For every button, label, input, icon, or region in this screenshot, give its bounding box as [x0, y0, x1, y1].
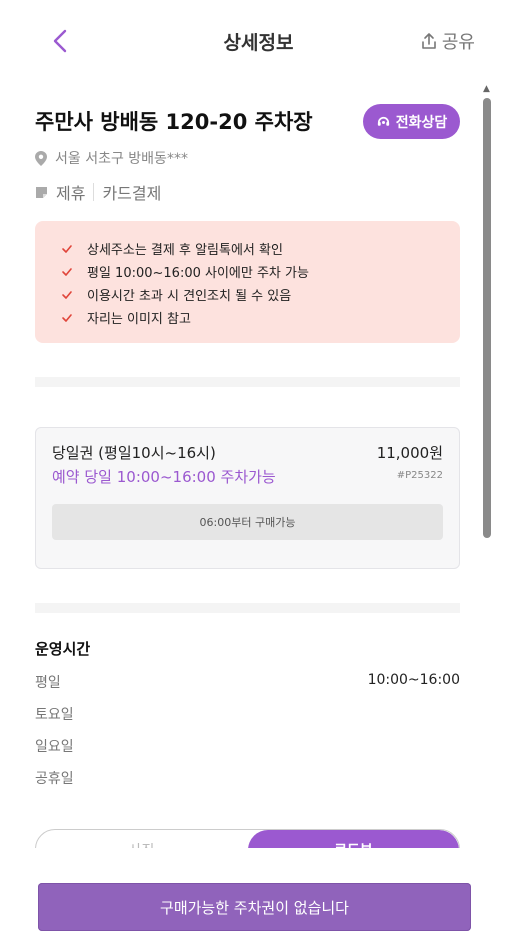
hours-row: 공휴일: [35, 768, 460, 788]
detail-content[interactable]: 주만사 방배동 120-20 주차장 전화상담 서울 서초구 방배동*** 제휴…: [0, 80, 480, 848]
hours-day: 공휴일: [35, 771, 74, 787]
ticket-name: 당일권 (평일10시~16시): [52, 444, 216, 462]
scrollbar-thumb[interactable]: [483, 98, 491, 538]
ticket-code: #P25322: [396, 470, 443, 481]
check-icon: [62, 267, 72, 276]
tag-divider: [93, 183, 95, 201]
call-consult-button[interactable]: 전화상담: [363, 104, 460, 139]
scroll-up-arrow-icon[interactable]: ▲: [483, 84, 490, 94]
tag-card-payment: 카드결제: [102, 184, 162, 203]
ticket-price: 11,000원: [376, 444, 443, 462]
share-button[interactable]: 공유: [420, 28, 475, 54]
tab-photo[interactable]: 사진: [36, 830, 247, 848]
share-label: 공유: [441, 32, 475, 53]
top-bar: 상세정보 공유: [0, 0, 517, 80]
hours-day: 일요일: [35, 739, 74, 755]
hours-row: 평일 10:00~16:00: [35, 672, 460, 692]
notice-item: 평일 10:00~16:00 사이에만 주차 가능: [61, 260, 309, 283]
tag-partner: 제휴: [56, 184, 86, 203]
parking-lot-name: 주만사 방배동 120-20 주차장: [35, 110, 313, 134]
bottom-bar: 구매가능한 주차권이 없습니다: [0, 848, 517, 952]
address-text: 서울 서초구 방배동***: [55, 151, 188, 167]
notice-box: 상세주소는 결제 후 알림톡에서 확인 평일 10:00~16:00 사이에만 …: [35, 221, 460, 343]
notice-item: 이용시간 초과 시 견인조치 될 수 있음: [61, 283, 309, 306]
tag-icon: [36, 186, 47, 198]
tab-roadview[interactable]: 로드뷰: [248, 830, 459, 848]
hours-row: 일요일: [35, 736, 460, 756]
call-consult-label: 전화상담: [395, 114, 448, 131]
check-icon: [62, 313, 72, 322]
hours-day: 토요일: [35, 707, 74, 723]
notice-text: 이용시간 초과 시 견인조치 될 수 있음: [87, 289, 292, 304]
ticket-card[interactable]: 당일권 (평일10시~16시) 11,000원 예약 당일 10:00~16:0…: [35, 427, 460, 569]
location-pin-icon: [35, 150, 47, 166]
section-divider: [35, 377, 460, 387]
photo-roadview-toggle: 사진 로드뷰: [35, 829, 460, 848]
tag-row: 제휴 카드결제: [35, 180, 161, 204]
headset-icon: [377, 116, 389, 126]
ticket-buy-button[interactable]: 06:00부터 구매가능: [52, 504, 443, 540]
hours-row: 토요일: [35, 704, 460, 724]
share-icon: [422, 33, 436, 49]
notice-item: 상세주소는 결제 후 알림톡에서 확인: [61, 237, 309, 260]
purchase-button[interactable]: 구매가능한 주차권이 없습니다: [38, 883, 471, 931]
hours-day: 평일: [35, 675, 61, 691]
notice-item: 자리는 이미지 참고: [61, 306, 309, 329]
notice-text: 상세주소는 결제 후 알림톡에서 확인: [87, 243, 283, 258]
check-icon: [62, 244, 72, 253]
hours-time: 10:00~16:00: [367, 672, 460, 688]
scrollbar[interactable]: ▲: [481, 84, 493, 846]
notice-text: 평일 10:00~16:00 사이에만 주차 가능: [87, 266, 309, 281]
ticket-time: 예약 당일 10:00~16:00 주차가능: [52, 468, 276, 486]
section-divider: [35, 603, 460, 613]
address-row: 서울 서초구 방배동***: [35, 148, 188, 168]
check-icon: [62, 290, 72, 299]
notice-text: 자리는 이미지 참고: [87, 312, 191, 327]
operating-hours-title: 운영시간: [35, 640, 91, 658]
